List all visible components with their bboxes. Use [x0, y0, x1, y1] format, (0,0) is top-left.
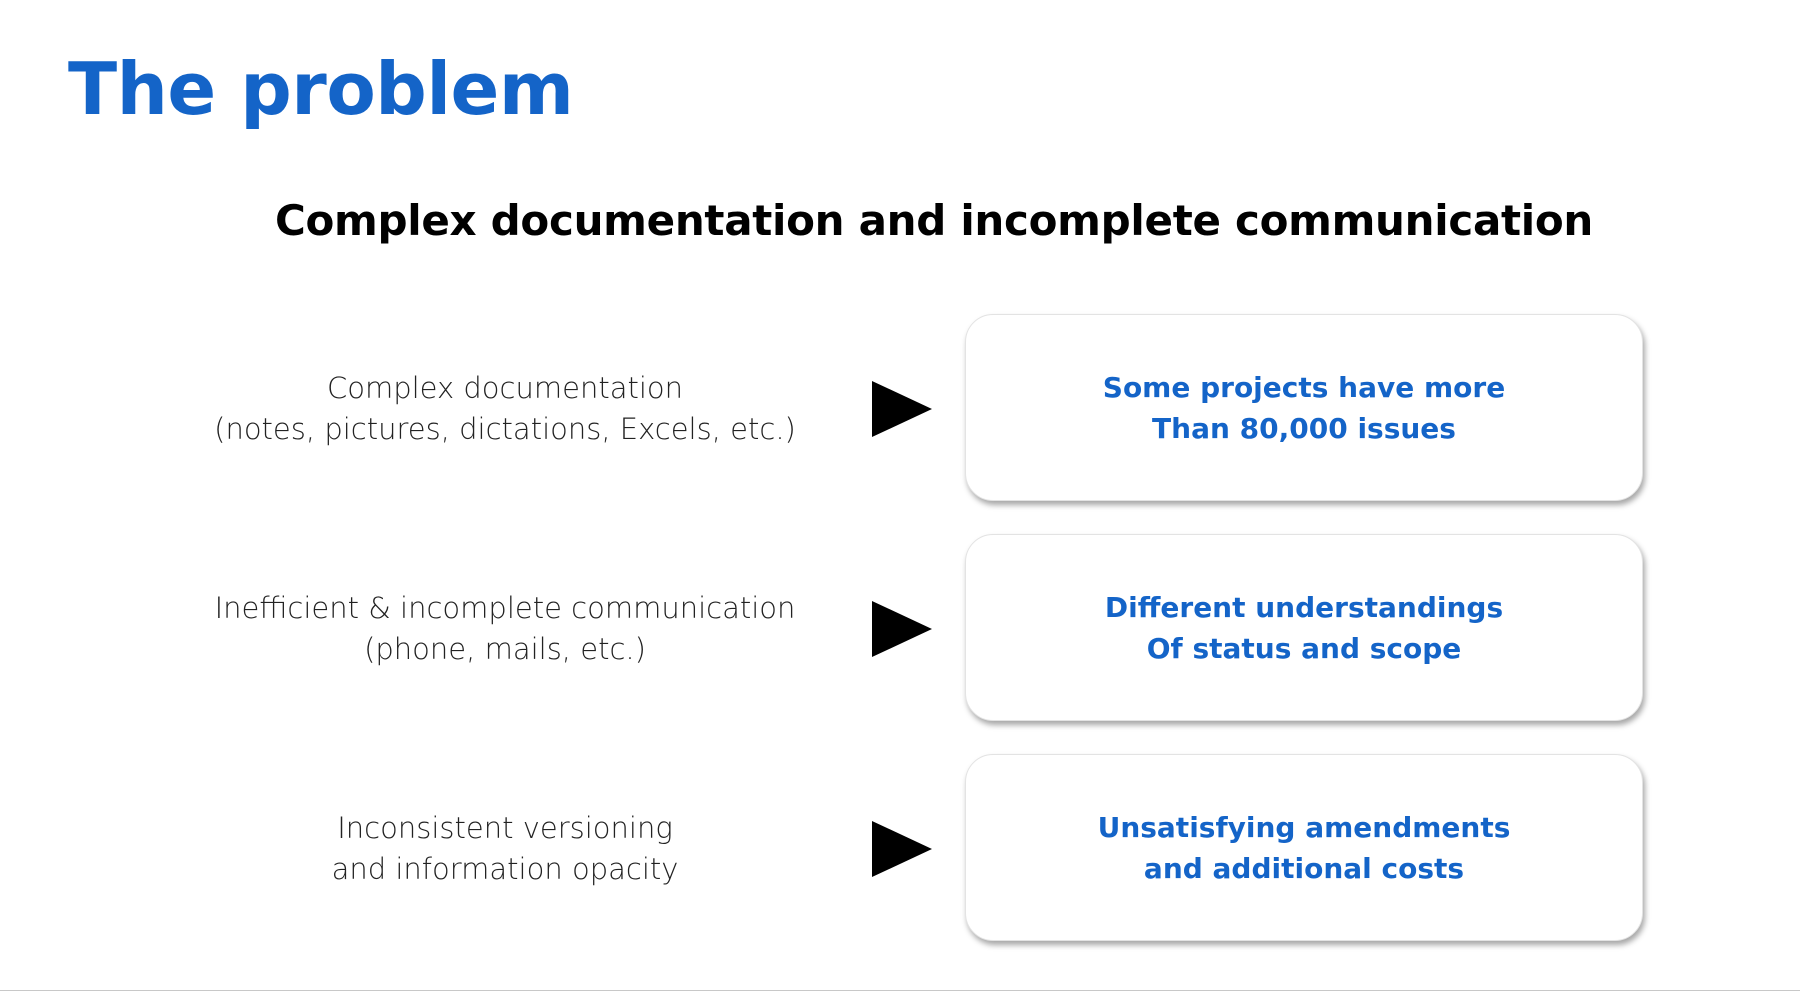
cause-text: Inconsistent versioning and information … — [190, 754, 820, 944]
slide: The problem Complex documentation and in… — [0, 0, 1800, 992]
cause-line: Inefficient & incomplete communication — [214, 591, 796, 625]
effect-card: Some projects have more Than 80,000 issu… — [965, 314, 1643, 501]
problem-row: Inefficient & incomplete communication (… — [0, 534, 1800, 724]
effect-line: and additional costs — [1143, 851, 1465, 885]
effect-card: Different understandings Of status and s… — [965, 534, 1643, 721]
effect-card: Unsatisfying amendments and additional c… — [965, 754, 1643, 941]
problem-row: Inconsistent versioning and information … — [0, 754, 1800, 944]
cause-line: Inconsistent versioning — [337, 811, 673, 845]
effect-line: Than 80,000 issues — [1152, 411, 1456, 445]
play-triangle-icon — [872, 821, 932, 877]
bottom-divider — [0, 990, 1800, 991]
cause-text: Inefficient & incomplete communication (… — [190, 534, 820, 724]
cause-line: (notes, pictures, dictations, Excels, et… — [214, 412, 796, 446]
effect-line: Different understandings — [1104, 590, 1504, 624]
play-triangle-icon — [872, 601, 932, 657]
effect-line: Unsatisfying amendments — [1097, 810, 1511, 844]
effect-line: Some projects have more — [1102, 370, 1506, 404]
slide-subtitle: Complex documentation and incomplete com… — [274, 196, 1594, 245]
cause-line: (phone, mails, etc.) — [364, 632, 646, 666]
play-triangle-icon — [872, 381, 932, 437]
cause-text: Complex documentation (notes, pictures, … — [190, 314, 820, 504]
cause-line: and information opacity — [331, 852, 679, 886]
page-title: The problem — [68, 47, 574, 131]
cause-line: Complex documentation — [326, 371, 684, 405]
problem-row: Complex documentation (notes, pictures, … — [0, 314, 1800, 504]
effect-line: Of status and scope — [1146, 631, 1462, 665]
